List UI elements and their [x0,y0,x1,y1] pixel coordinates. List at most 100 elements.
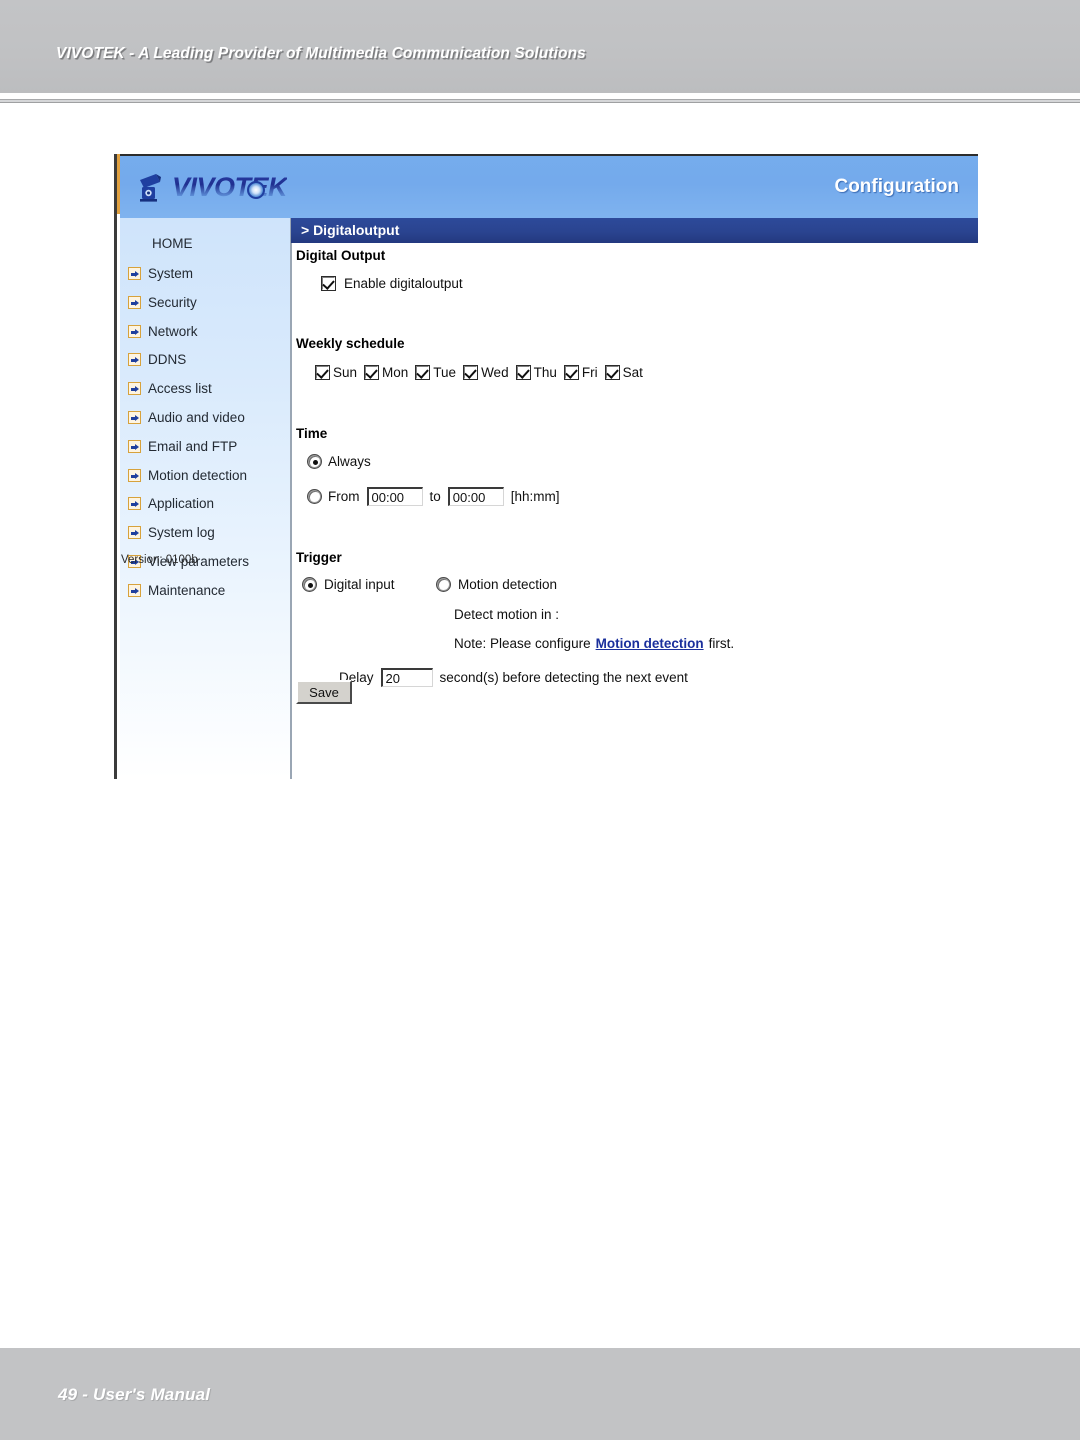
sidebar-item-label: Application [148,496,215,512]
arrow-right-icon [128,468,141,482]
detect-motion-in-label: Detect motion in : [454,607,560,622]
note-prefix-text: Note: Please configure [454,636,591,651]
motion-detection-note: Note: Please configure Motion detection … [454,636,734,651]
delay-suffix-label: second(s) before detecting the next even… [439,670,688,685]
time-from-input[interactable]: 00:00 [366,487,423,506]
app-header-bar: VIVOTEK Configuration [120,154,978,218]
enable-digitaloutput-label: Enable digitaloutput [344,276,463,291]
save-button[interactable]: Save [296,680,352,704]
settings-content: Digital Output Enable digitaloutput Week… [291,243,978,779]
time-to-label: to [429,489,441,504]
vivotek-logo[interactable]: VIVOTEK [136,169,316,207]
sidebar-item-label: Network [148,323,198,339]
day-toggle-thu[interactable]: Thu [515,365,557,380]
trigger-digital-input-radio[interactable] [303,578,316,591]
day-checkbox-mon[interactable] [364,365,380,380]
day-checkbox-sat[interactable] [604,365,620,380]
day-checkbox-tue[interactable] [415,365,431,380]
configuration-mode-label: Configuration [834,176,959,197]
content-left-divider [291,243,292,779]
day-label: Sat [622,365,643,380]
arrow-right-icon [128,497,141,511]
page-title: > Digitaloutput [301,222,400,238]
sidebar-item-email-and-ftp[interactable]: Email and FTP [128,435,291,458]
day-toggle-tue[interactable]: Tue [415,365,456,380]
sidebar-item-maintenance[interactable]: Maintenance [128,579,291,602]
day-toggle-mon[interactable]: Mon [364,365,409,380]
day-checkbox-sun[interactable] [315,365,330,380]
sidebar-item-ddns[interactable]: DDNS [128,348,291,371]
delay-input[interactable]: 20 [380,668,433,687]
day-toggle-wed[interactable]: Wed [463,365,509,380]
arrow-right-icon [128,295,141,309]
trigger-motion-detection-row[interactable]: Motion detection [437,577,557,592]
brand-wordmark: VIVOTEK [172,172,288,202]
motion-detection-link[interactable]: Motion detection [596,636,704,651]
arrow-right-icon [128,324,141,338]
arrow-right-icon [128,526,141,540]
sidebar-item-audio-and-video[interactable]: Audio and video [128,406,291,429]
document-header-title: VIVOTEK - A Leading Provider of Multimed… [56,45,586,62]
sidebar-item-system-log[interactable]: System log [128,521,291,544]
trigger-motion-detection-radio[interactable] [437,578,450,591]
weekly-schedule-days: Sun Mon Tue Wed Thu Fri Sat [315,365,643,380]
time-to-input[interactable]: 00:00 [447,487,504,506]
camera-lens-icon [247,181,265,199]
sidebar-item-network[interactable]: Network [128,320,291,343]
sidebar-item-label: Motion detection [148,467,248,483]
time-range-row[interactable]: From 00:00 to 00:00 [hh:mm] [308,487,560,506]
day-label: Sun [333,365,358,380]
day-label: Thu [533,365,557,380]
camera-web-ui-screenshot: VIVOTEK Configuration > Digitaloutput HO… [114,154,978,779]
arrow-right-icon [128,439,141,453]
page-title-bar: > Digitaloutput [291,218,978,243]
day-checkbox-fri[interactable] [563,365,579,380]
arrow-right-icon [128,353,141,367]
delay-row: Delay 20 second(s) before detecting the … [339,668,688,687]
time-from-label: From [328,489,360,504]
day-toggle-fri[interactable]: Fri [563,365,598,380]
day-label: Mon [382,365,409,380]
time-always-row[interactable]: Always [308,454,371,469]
day-toggle-sun[interactable]: Sun [315,365,358,380]
trigger-digital-input-row[interactable]: Digital input [303,577,395,592]
time-format-hint: [hh:mm] [510,489,560,504]
sidebar-item-label: Email and FTP [148,438,238,454]
enable-digitaloutput-row[interactable]: Enable digitaloutput [321,276,463,291]
camera-icon [140,174,161,202]
sidebar-item-label: System [148,266,194,281]
sidebar-item-access-list[interactable]: Access list [128,377,291,400]
sidebar-item-label: Audio and video [148,410,245,425]
arrow-right-icon [128,382,141,396]
sidebar-item-security[interactable]: Security [128,291,291,314]
enable-digitaloutput-checkbox[interactable] [321,276,336,291]
time-heading: Time [296,426,328,441]
sidebar-item-label: Maintenance [148,582,226,598]
time-range-radio[interactable] [308,490,321,503]
weekly-schedule-heading: Weekly schedule [296,336,405,351]
arrow-right-icon [128,411,141,424]
day-checkbox-wed[interactable] [463,365,479,380]
digital-output-heading: Digital Output [296,248,386,263]
sidebar-item-home[interactable]: HOME [152,236,193,251]
day-checkbox-thu[interactable] [515,365,531,380]
sidebar-item-motion-detection[interactable]: Motion detection [128,464,291,487]
sidebar-item-label: System log [148,525,215,541]
trigger-digital-input-label: Digital input [324,577,395,592]
sidebar-item-system[interactable]: System [128,262,291,285]
header-rule-bottom [0,102,1080,103]
time-always-label: Always [328,454,371,469]
sidebar-item-label: DDNS [148,352,187,368]
day-toggle-sat[interactable]: Sat [604,365,643,380]
time-always-radio[interactable] [308,455,321,468]
trigger-heading: Trigger [296,550,342,565]
sidebar-item-application[interactable]: Application [128,492,291,515]
sidebar-nav: HOME System Security Network DDNS Access lis… [120,218,291,779]
arrow-right-icon [128,583,141,597]
note-suffix-text: first. [708,636,735,651]
sidebar-item-label: Security [148,294,197,310]
arrow-right-icon [128,267,141,280]
manual-page: VIVOTEK - A Leading Provider of Multimed… [0,0,1080,1440]
day-label: Wed [481,365,509,380]
sidebar-item-label: Access list [148,381,212,397]
